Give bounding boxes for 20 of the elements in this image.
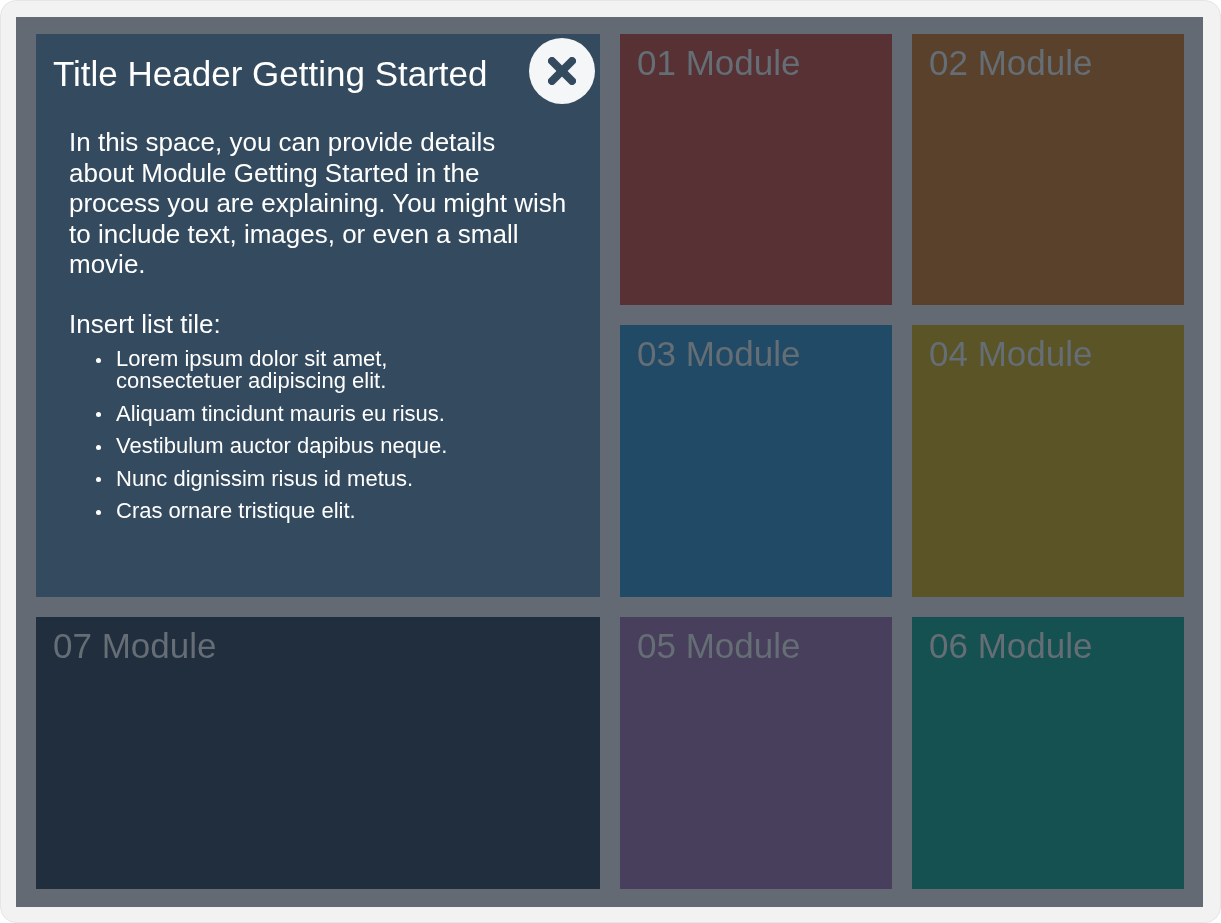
bullet-icon bbox=[96, 444, 101, 450]
list-item: Nunc dignissim risus id metus. bbox=[116, 467, 414, 490]
module-tile[interactable]: 02 Module bbox=[912, 34, 1184, 305]
close-icon bbox=[548, 57, 576, 85]
bullet-icon bbox=[96, 509, 101, 515]
bullet-icon bbox=[96, 357, 101, 363]
module-tile[interactable]: 04 Module bbox=[912, 325, 1184, 597]
list-item: Lorem ipsum dolor sit amet, consectetuer adipiscing elit. bbox=[116, 348, 389, 392]
description-text: In this space, you can provide details about Module Getting Started in the process you are explaining. You might wish to include text, images, or even a small movie. bbox=[69, 127, 568, 280]
list-item: Vestibulum auctor dapibus neque. bbox=[116, 435, 448, 457]
module-tile[interactable]: 01 Module bbox=[620, 34, 892, 305]
bullet-icon bbox=[96, 477, 101, 482]
list-heading: Insert list tile: bbox=[69, 308, 221, 339]
module-tile[interactable]: 06 Module bbox=[912, 617, 1184, 889]
panel-title: Title Header Getting Started bbox=[53, 56, 488, 91]
bullet-icon bbox=[96, 412, 101, 417]
module-tile[interactable]: 03 Module bbox=[620, 325, 892, 597]
module-tile[interactable]: 07 Module bbox=[36, 617, 600, 889]
list-item: Cras ornare tristique elit. bbox=[116, 500, 356, 522]
list-item: Aliquam tincidunt mauris eu risus. bbox=[116, 402, 445, 425]
